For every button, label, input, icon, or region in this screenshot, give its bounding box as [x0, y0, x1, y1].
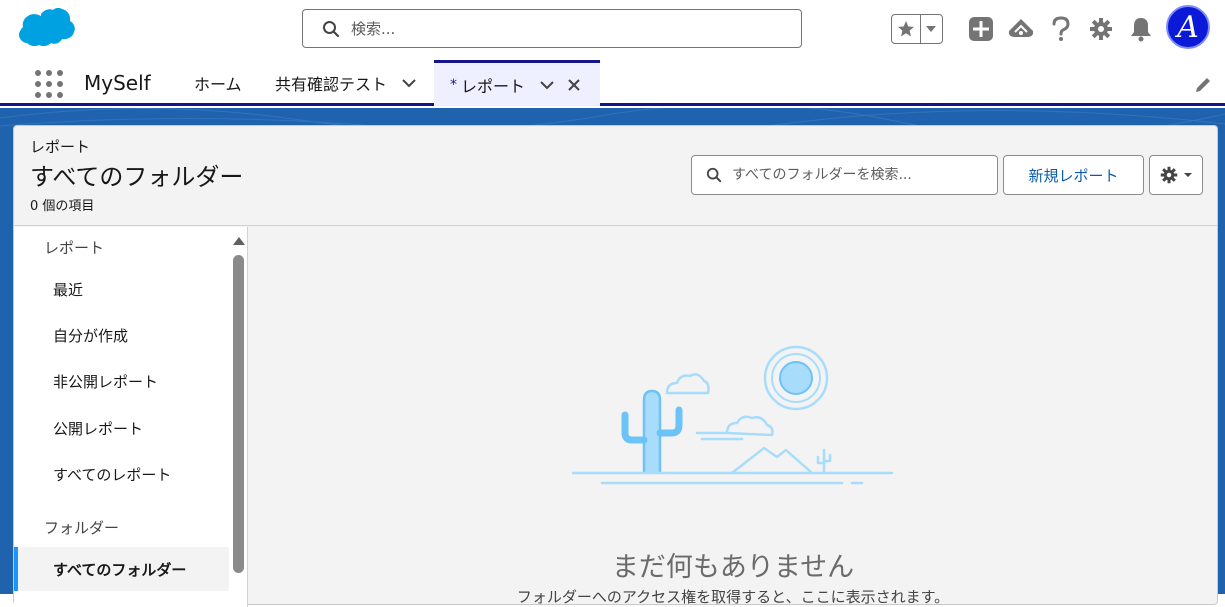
- favorites-group: [891, 14, 943, 44]
- gear-icon: [1090, 18, 1112, 40]
- caret-down-icon: [1183, 173, 1192, 177]
- global-search-box[interactable]: [302, 9, 802, 48]
- user-avatar[interactable]: A: [1166, 5, 1210, 49]
- salesforce-logo-icon[interactable]: [17, 8, 77, 50]
- app-name: MySelf: [84, 71, 151, 95]
- reports-card: レポート すべてのフォルダー 0 個の項目 新規レポート: [13, 125, 1218, 607]
- chevron-down-icon[interactable]: [401, 78, 417, 88]
- sidebar-item-private-reports[interactable]: 非公開レポート: [14, 359, 229, 403]
- sidebar-item-created-by-me[interactable]: 自分が作成: [14, 313, 229, 357]
- new-report-button[interactable]: 新規レポート: [1003, 155, 1144, 195]
- question-icon: [1052, 16, 1070, 41]
- notifications-button[interactable]: [1121, 16, 1161, 42]
- tab-home-label: ホーム: [194, 75, 242, 94]
- unsaved-marker: *: [450, 76, 457, 93]
- sidebar-item-all-reports[interactable]: すべてのレポート: [14, 452, 229, 496]
- search-icon: [706, 167, 722, 183]
- help-button[interactable]: [1041, 16, 1081, 42]
- sidebar-item-all-folders[interactable]: すべてのフォルダー: [14, 547, 229, 591]
- bell-icon: [1131, 18, 1151, 42]
- settings-menu-button[interactable]: [1149, 155, 1203, 195]
- chevron-down-icon[interactable]: [539, 80, 555, 90]
- scrollbar-thumb[interactable]: [233, 255, 244, 573]
- navigation-bar: MySelf ホーム 共有確認テスト * レポート: [0, 60, 1225, 106]
- sidebar-item-label: すべてのレポート: [53, 465, 172, 484]
- sidebar-item-label: 非公開レポート: [53, 372, 159, 391]
- page-header: レポート すべてのフォルダー 0 個の項目 新規レポート: [14, 126, 1217, 226]
- trailhead-icon: [1008, 19, 1034, 37]
- folder-search-box[interactable]: [691, 155, 998, 195]
- sidebar-item-label: 最近: [53, 280, 84, 299]
- sidebar-item-label: 自分が作成: [53, 326, 129, 345]
- sidebar-section-reports: レポート: [44, 239, 105, 257]
- sidebar-scrollbar[interactable]: [230, 227, 246, 607]
- search-icon: [323, 20, 340, 37]
- empty-state-title: まだ何もありません: [611, 552, 855, 583]
- avatar-letter: A: [1177, 9, 1199, 45]
- folder-search-input[interactable]: [732, 167, 992, 183]
- app-launcher-icon[interactable]: [35, 70, 63, 98]
- global-header: A: [0, 0, 1225, 60]
- global-search-input[interactable]: [351, 19, 771, 38]
- header-actions: [891, 11, 1161, 47]
- tab-home[interactable]: ホーム: [194, 60, 242, 106]
- close-icon[interactable]: [567, 78, 581, 92]
- star-icon: [897, 21, 914, 37]
- setup-button[interactable]: [1081, 17, 1121, 41]
- favorites-star-button[interactable]: [892, 15, 921, 43]
- sidebar-item-public-reports[interactable]: 公開レポート: [14, 406, 229, 450]
- plus-square-icon: [969, 17, 993, 41]
- item-count: 0 個の項目: [30, 199, 95, 214]
- edit-nav-pencil-icon[interactable]: [1193, 75, 1213, 95]
- gear-icon: [1160, 166, 1177, 184]
- page-title: すべてのフォルダー: [30, 163, 244, 191]
- tab-reports[interactable]: * レポート: [434, 60, 600, 106]
- trailhead-button[interactable]: [1001, 17, 1041, 41]
- sidebar-section-folders: フォルダー: [44, 519, 120, 537]
- tab-share-test-label: 共有確認テスト: [275, 75, 388, 94]
- folder-sidebar: レポート 最近 自分が作成 非公開レポート 公開レポート すべてのレポート フォ…: [14, 227, 248, 607]
- scroll-up-arrow-icon[interactable]: [233, 237, 245, 245]
- sidebar-item-label: すべてのフォルダー: [53, 560, 187, 579]
- sidebar-item-label: 公開レポート: [53, 419, 144, 438]
- tab-reports-label: レポート: [461, 76, 526, 96]
- empty-state-subtitle: フォルダーへのアクセス権を取得すると、ここに表示されます。: [516, 588, 950, 606]
- tab-share-test[interactable]: 共有確認テスト: [275, 60, 417, 106]
- desert-empty-illustration: [572, 345, 894, 485]
- sidebar-item-recent[interactable]: 最近: [14, 267, 229, 311]
- favorites-dropdown-button[interactable]: [921, 15, 942, 43]
- empty-state: まだ何もありません フォルダーへのアクセス権を取得すると、ここに表示されます。: [249, 227, 1217, 607]
- global-create-button[interactable]: [961, 16, 1001, 42]
- caret-down-icon: [926, 26, 937, 32]
- page-eyebrow: レポート: [30, 138, 91, 156]
